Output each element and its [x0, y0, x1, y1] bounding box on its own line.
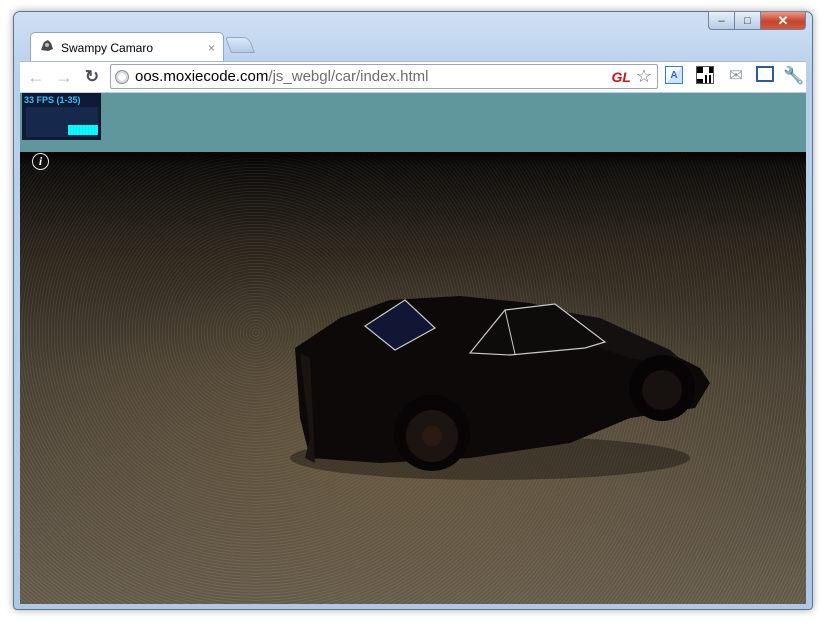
favicon-icon [39, 37, 55, 58]
back-button[interactable]: ← [24, 65, 48, 89]
window-controls: – □ ✕ [708, 11, 806, 30]
new-tab-button[interactable] [225, 37, 255, 53]
horizon-shadow [20, 152, 806, 166]
url-host: oos.moxiecode.com [135, 68, 269, 85]
forward-button[interactable]: → [52, 65, 76, 89]
fps-graph [26, 107, 98, 137]
tab-swampy-camaro[interactable]: Swampy Camaro × [30, 32, 224, 62]
tab-close-icon[interactable]: × [208, 41, 215, 55]
url-text: oos.moxiecode.com/js_webgl/car/index.htm… [135, 68, 428, 85]
fps-label: 33 FPS (1-35) [24, 95, 81, 105]
fullscreen-icon[interactable] [756, 66, 774, 82]
car-model [290, 296, 710, 480]
browser-window: – □ ✕ Swampy Camaro × ← → ↻ oos.moxiecod… [13, 11, 813, 610]
mail-icon[interactable]: ✉ [726, 66, 746, 86]
reload-button[interactable]: ↻ [80, 65, 104, 89]
toolbar: ← → ↻ oos.moxiecode.com/js_webgl/car/ind… [20, 61, 806, 92]
close-button[interactable]: ✕ [761, 11, 806, 30]
wrench-menu-icon[interactable]: 🔧 [783, 66, 804, 86]
fps-meter[interactable]: 33 FPS (1-35) [22, 93, 101, 140]
maximize-button[interactable]: □ [735, 11, 761, 30]
tab-title: Swampy Camaro [61, 40, 154, 55]
info-icon[interactable]: i [32, 153, 49, 170]
webgl-badge-icon[interactable]: GL [612, 69, 631, 85]
translate-icon[interactable]: A [665, 66, 683, 84]
qr-code-icon[interactable] [696, 66, 714, 84]
url-path: /js_webgl/car/index.html [268, 68, 429, 85]
fps-graph-bars [68, 125, 98, 135]
webgl-canvas[interactable]: 33 FPS (1-35) i [20, 93, 806, 604]
minimize-button[interactable]: – [708, 11, 735, 30]
bookmark-star-icon[interactable]: ☆ [636, 66, 652, 87]
globe-icon [115, 69, 129, 84]
address-bar[interactable]: oos.moxiecode.com/js_webgl/car/index.htm… [110, 64, 658, 89]
